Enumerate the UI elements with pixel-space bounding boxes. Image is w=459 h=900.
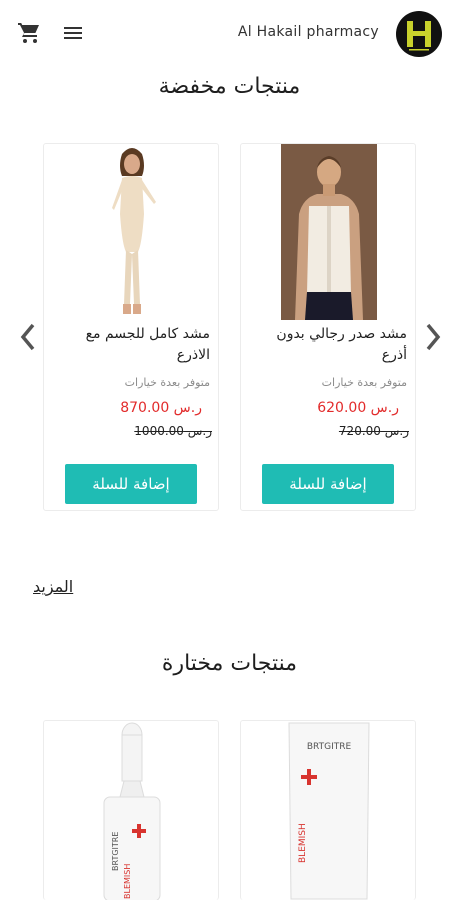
- sale-price: ر.س 870.00: [120, 400, 202, 416]
- product-label-text: BLEMISH: [298, 823, 308, 863]
- app-header: Al Hakail pharmacy: [0, 0, 459, 64]
- product-label-text: BLEMISH: [123, 864, 132, 899]
- product-card[interactable]: مشد صدر رجالي بدون أذرع متوفر بعدة خيارا…: [240, 143, 416, 511]
- pharmacy-logo[interactable]: [396, 11, 442, 57]
- availability-note: متوفر بعدة خيارات: [124, 376, 210, 389]
- brand-text: BRTGITRE: [111, 832, 120, 871]
- discounted-section-title: منتجات مخفضة: [158, 74, 301, 99]
- product-image[interactable]: BRTGITRE BLEMISH: [281, 721, 377, 900]
- product-card[interactable]: BRTGITRE BLEMISH: [240, 720, 416, 900]
- product-card[interactable]: BRTGITRE BLEMISH: [43, 720, 219, 900]
- logo-emblem: [407, 21, 431, 51]
- product-image[interactable]: BRTGITRE BLEMISH: [84, 721, 180, 900]
- add-to-cart-button[interactable]: إضافة للسلة: [262, 464, 394, 504]
- brand-text: BRTGITRE: [307, 742, 352, 752]
- product-image[interactable]: [281, 144, 377, 320]
- add-to-cart-button[interactable]: إضافة للسلة: [65, 464, 197, 504]
- product-name[interactable]: مشد صدر رجالي بدون أذرع: [251, 324, 407, 366]
- more-link[interactable]: المزيد: [33, 577, 73, 596]
- product-image[interactable]: [84, 144, 180, 320]
- original-price: ر.س 1000.00: [134, 424, 212, 438]
- chevron-right-icon[interactable]: [422, 321, 444, 353]
- sale-price: ر.س 620.00: [317, 400, 399, 416]
- featured-section-title: منتجات مختارة: [161, 651, 298, 676]
- availability-note: متوفر بعدة خيارات: [321, 376, 407, 389]
- chevron-left-icon[interactable]: [17, 321, 39, 353]
- original-price: ر.س 720.00: [338, 424, 409, 438]
- product-card[interactable]: مشد كامل للجسم مع الاذرع متوفر بعدة خيار…: [43, 143, 219, 511]
- hamburger-menu-icon[interactable]: [62, 23, 84, 43]
- store-name: Al Hakail pharmacy: [237, 24, 379, 40]
- product-name[interactable]: مشد كامل للجسم مع الاذرع: [54, 324, 210, 366]
- shopping-cart-icon[interactable]: [17, 21, 41, 45]
